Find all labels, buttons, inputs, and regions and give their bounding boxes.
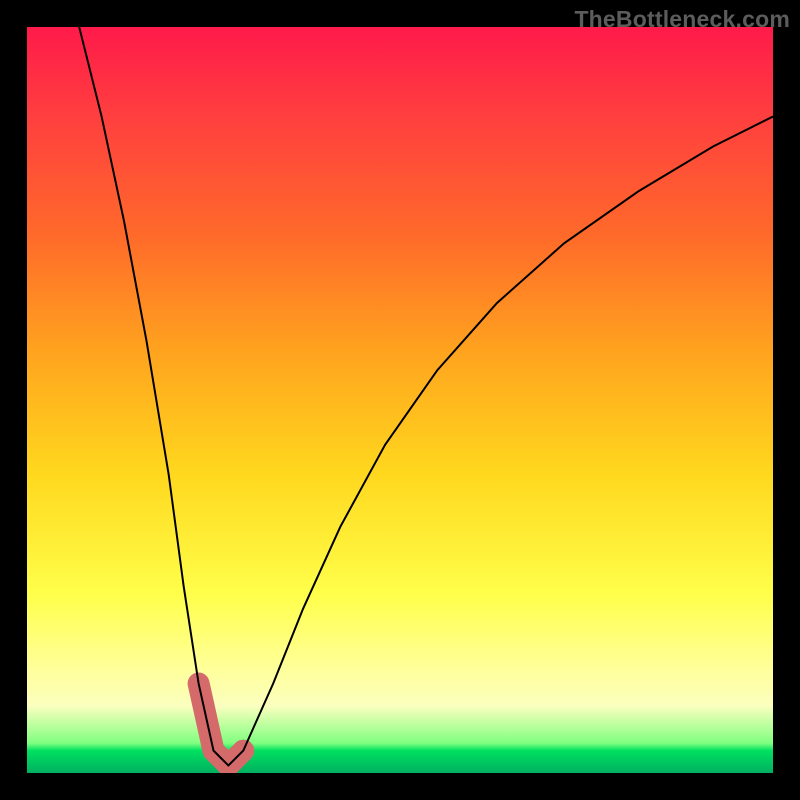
plot-svg — [27, 27, 773, 773]
plot-area — [27, 27, 773, 773]
curve-highlight — [199, 684, 244, 766]
bottleneck-curve — [79, 27, 773, 766]
chart-frame: TheBottleneck.com — [0, 0, 800, 800]
